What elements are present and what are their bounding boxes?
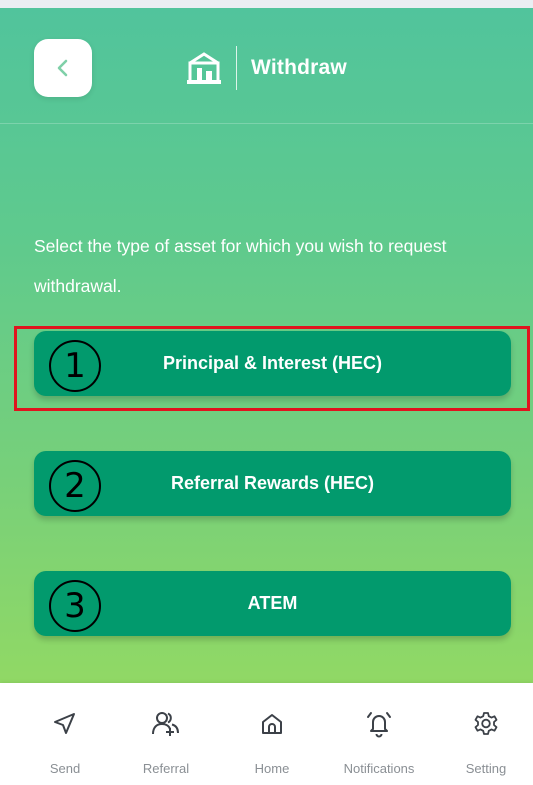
- annotation-number-text: 2: [64, 466, 86, 506]
- nav-item-referral[interactable]: Referral: [113, 683, 219, 785]
- nav-item-setting[interactable]: Setting: [433, 683, 533, 785]
- referral-icon: [151, 709, 181, 739]
- brand-divider: [236, 46, 237, 90]
- nav-item-home[interactable]: Home: [219, 683, 325, 785]
- annotation-number-2: 2: [49, 460, 101, 512]
- nav-item-notifications[interactable]: Notifications: [326, 683, 432, 785]
- instruction-text: Select the type of asset for which you w…: [34, 236, 447, 296]
- nav-item-send[interactable]: Send: [12, 683, 118, 785]
- send-icon: [50, 709, 80, 739]
- nav-label: Home: [254, 761, 290, 776]
- annotation-number-3: 3: [49, 580, 101, 632]
- back-button[interactable]: [34, 39, 92, 97]
- nav-label: Setting: [465, 761, 507, 776]
- page-title: Withdraw: [251, 56, 347, 79]
- annotation-number-text: 3: [64, 586, 86, 626]
- option-label: Referral Rewards (HEC): [170, 473, 375, 493]
- gear-icon: [471, 709, 501, 739]
- chevron-left-icon: [57, 59, 68, 77]
- brand: Withdraw: [186, 46, 347, 90]
- option-referral-rewards[interactable]: Referral Rewards (HEC): [34, 451, 511, 516]
- highlight-box: [14, 326, 530, 411]
- home-icon: [257, 709, 287, 739]
- option-label: ATEM: [247, 593, 298, 613]
- bottom-nav: Send Referral Home Notifications Setting: [0, 683, 533, 785]
- nav-label: Notifications: [343, 761, 415, 776]
- header: Withdraw: [0, 8, 533, 124]
- nav-label: Referral: [142, 761, 190, 776]
- option-atem[interactable]: ATEM: [34, 571, 511, 636]
- nav-label: Send: [49, 761, 81, 776]
- bell-icon: [364, 709, 394, 739]
- building-logo-icon: [186, 51, 222, 85]
